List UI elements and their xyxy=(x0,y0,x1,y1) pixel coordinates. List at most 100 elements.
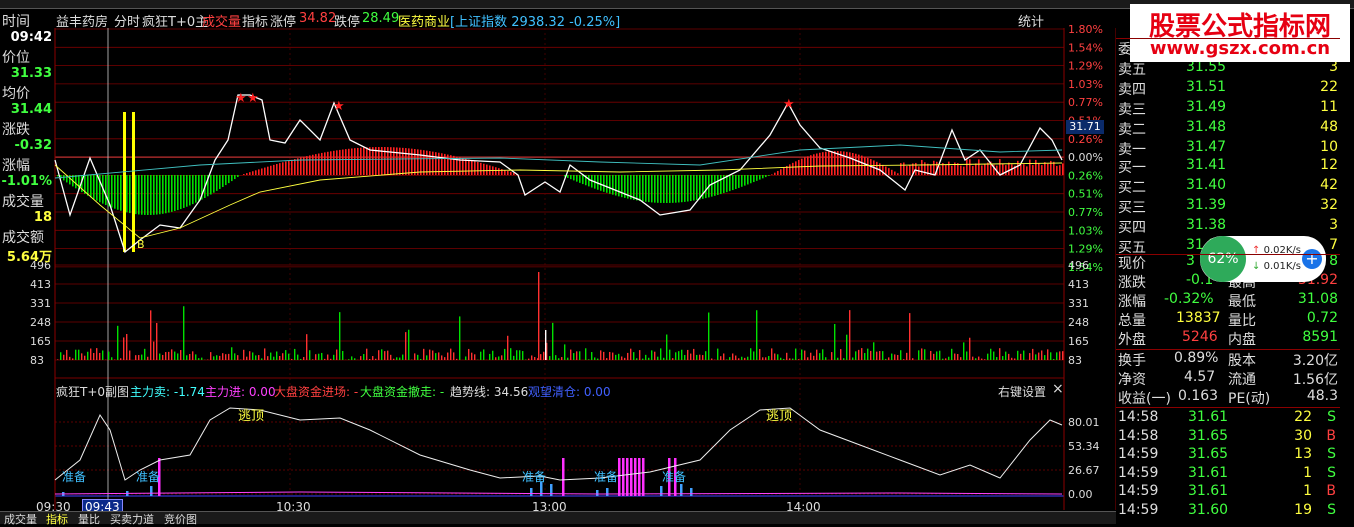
volume-bar xyxy=(681,350,682,360)
volume-bar xyxy=(732,353,733,360)
tick-row[interactable]: 14:5931.6019S xyxy=(1116,502,1340,521)
buy-level[interactable]: 买一31.4112 xyxy=(1116,157,1340,176)
quote-row[interactable]: 涨幅-0.32%最低31.08 xyxy=(1116,291,1340,310)
fund-flow-bar xyxy=(447,155,449,175)
volume-bar xyxy=(216,355,217,360)
fund-flow-bar xyxy=(858,155,860,175)
volume-bar xyxy=(630,349,631,360)
clear-position-value: 观望清仓: 0.00 xyxy=(528,383,611,400)
fund-flow-bar xyxy=(342,150,344,175)
fund-flow-bar xyxy=(279,163,281,175)
volume-bar xyxy=(672,358,673,360)
sell-level[interactable]: 卖三31.4911 xyxy=(1116,99,1340,118)
volume-bar xyxy=(162,355,163,360)
buy-level[interactable]: 买二31.4042 xyxy=(1116,177,1340,196)
main-indicator-name[interactable]: 疯狂T+0主 xyxy=(142,11,208,30)
tab-indicator[interactable]: 指标 xyxy=(46,511,68,527)
volume-bar xyxy=(816,350,817,360)
panel-divider xyxy=(1116,349,1340,350)
fund-flow-bar xyxy=(366,147,368,175)
volume-bar xyxy=(795,349,796,360)
stats-button[interactable]: 统计 xyxy=(1018,11,1044,30)
volume-bar xyxy=(153,342,154,360)
fund-flow-bar xyxy=(633,175,635,200)
intraday-chart[interactable]: 1.80%1.54%1.29%1.03%0.77%0.51%0.26%0.00%… xyxy=(0,0,1116,511)
indicator-axis-label: 80.01 xyxy=(1068,416,1100,429)
volume-bar xyxy=(465,356,466,360)
volume-bar xyxy=(783,359,784,360)
tab-intraday[interactable]: 分时 xyxy=(114,11,140,30)
close-icon[interactable]: × xyxy=(1052,381,1064,397)
tick-row[interactable]: 14:5931.611B xyxy=(1116,483,1340,502)
tick-row[interactable]: 14:5831.6530B xyxy=(1116,428,1340,447)
tab-volume[interactable]: 成交量 xyxy=(4,511,37,527)
buy-level[interactable]: 买四31.383 xyxy=(1116,217,1340,236)
volume-bar xyxy=(762,357,763,360)
network-speed-widget[interactable]: 62% ↑ 0.02K/s ↓ 0.01K/s + xyxy=(1200,236,1326,282)
fund-flow-bar xyxy=(867,158,869,175)
main-force-sell: 主力卖: -1.74 xyxy=(130,383,205,400)
fund-flow-bar xyxy=(807,156,809,175)
volume-bar xyxy=(538,272,539,360)
indicator-tab[interactable]: 指标 xyxy=(242,11,268,30)
tick-row-cell: 14:59 xyxy=(1118,483,1158,499)
volume-tab[interactable]: 成交量 xyxy=(202,11,241,30)
sector-name[interactable]: 医药商业 xyxy=(398,11,450,30)
volume-bar xyxy=(429,350,430,360)
quote-row-cell: 5246 xyxy=(1182,329,1218,345)
fund-flow-bar xyxy=(354,148,356,175)
settings-hint[interactable]: 右键设置 xyxy=(998,383,1046,400)
fund-flow-bar xyxy=(654,175,656,203)
tab-buy-sell-force[interactable]: 买卖力道 xyxy=(110,511,154,527)
fund-flow-bar xyxy=(138,175,140,214)
volume-bar xyxy=(378,350,379,360)
volume-bar xyxy=(192,351,193,360)
tick-row[interactable]: 14:5931.6513S xyxy=(1116,446,1340,465)
volume-bar xyxy=(87,352,88,360)
volume-bar xyxy=(987,354,988,360)
index-info[interactable]: [上证指数 2938.32 -0.25%] xyxy=(450,11,620,30)
tick-row-cell: 22 xyxy=(1294,409,1312,425)
tick-row[interactable]: 14:5931.611S xyxy=(1116,465,1340,484)
quote-row[interactable]: 换手0.89%股本3.20亿 xyxy=(1116,350,1340,369)
tab-auction[interactable]: 竞价图 xyxy=(164,511,197,527)
tick-row[interactable]: 14:5831.6122S xyxy=(1116,409,1340,428)
fund-flow-bar xyxy=(789,164,791,175)
volume-bar xyxy=(780,358,781,360)
tab-volume-ratio[interactable]: 量比 xyxy=(78,511,100,527)
volume-bar xyxy=(123,337,124,360)
fund-flow-bar xyxy=(96,175,98,201)
buy-level-cell: 7 xyxy=(1329,237,1338,253)
tick-row-cell: 1 xyxy=(1303,483,1312,499)
volume-bar xyxy=(90,349,91,360)
volume-bar xyxy=(543,352,544,360)
fund-flow-bar xyxy=(105,175,107,205)
volume-bar xyxy=(636,358,637,360)
volume-bar xyxy=(1056,352,1057,360)
volume-bar xyxy=(183,306,184,360)
volume-bar xyxy=(360,356,361,360)
quote-row[interactable]: 总量13837量比0.72 xyxy=(1116,310,1340,329)
buy-level[interactable]: 买三31.3932 xyxy=(1116,197,1340,216)
quote-row[interactable]: 外盘5246内盘8591 xyxy=(1116,329,1340,348)
volume-bar xyxy=(654,352,655,360)
fund-flow-bar xyxy=(417,149,419,175)
fund-flow-bar xyxy=(288,161,290,175)
volume-bar xyxy=(696,355,697,360)
quote-row-cell: 0.72 xyxy=(1307,310,1338,326)
sell-level[interactable]: 卖四31.5122 xyxy=(1116,79,1340,98)
sell-level[interactable]: 卖二31.4848 xyxy=(1116,119,1340,138)
volume-bar xyxy=(969,338,970,360)
volume-bar xyxy=(1014,358,1015,360)
sell-level[interactable]: 卖一31.4710 xyxy=(1116,139,1340,158)
volume-bar xyxy=(753,351,754,360)
plus-icon[interactable]: + xyxy=(1302,249,1322,269)
quote-row[interactable]: 收益(一)0.163PE(动)48.3 xyxy=(1116,388,1340,407)
quote-row[interactable]: 净资4.57流通1.56亿 xyxy=(1116,369,1340,388)
main-force-buy: 主力进: 0.00 xyxy=(205,383,276,400)
quote-row-cell: 内盘 xyxy=(1228,329,1256,349)
sub-indicator-name[interactable]: 疯狂T+0副图 xyxy=(56,383,129,400)
volume-bar xyxy=(177,353,178,360)
volume-bar xyxy=(639,350,640,360)
volume-bar xyxy=(909,313,910,360)
